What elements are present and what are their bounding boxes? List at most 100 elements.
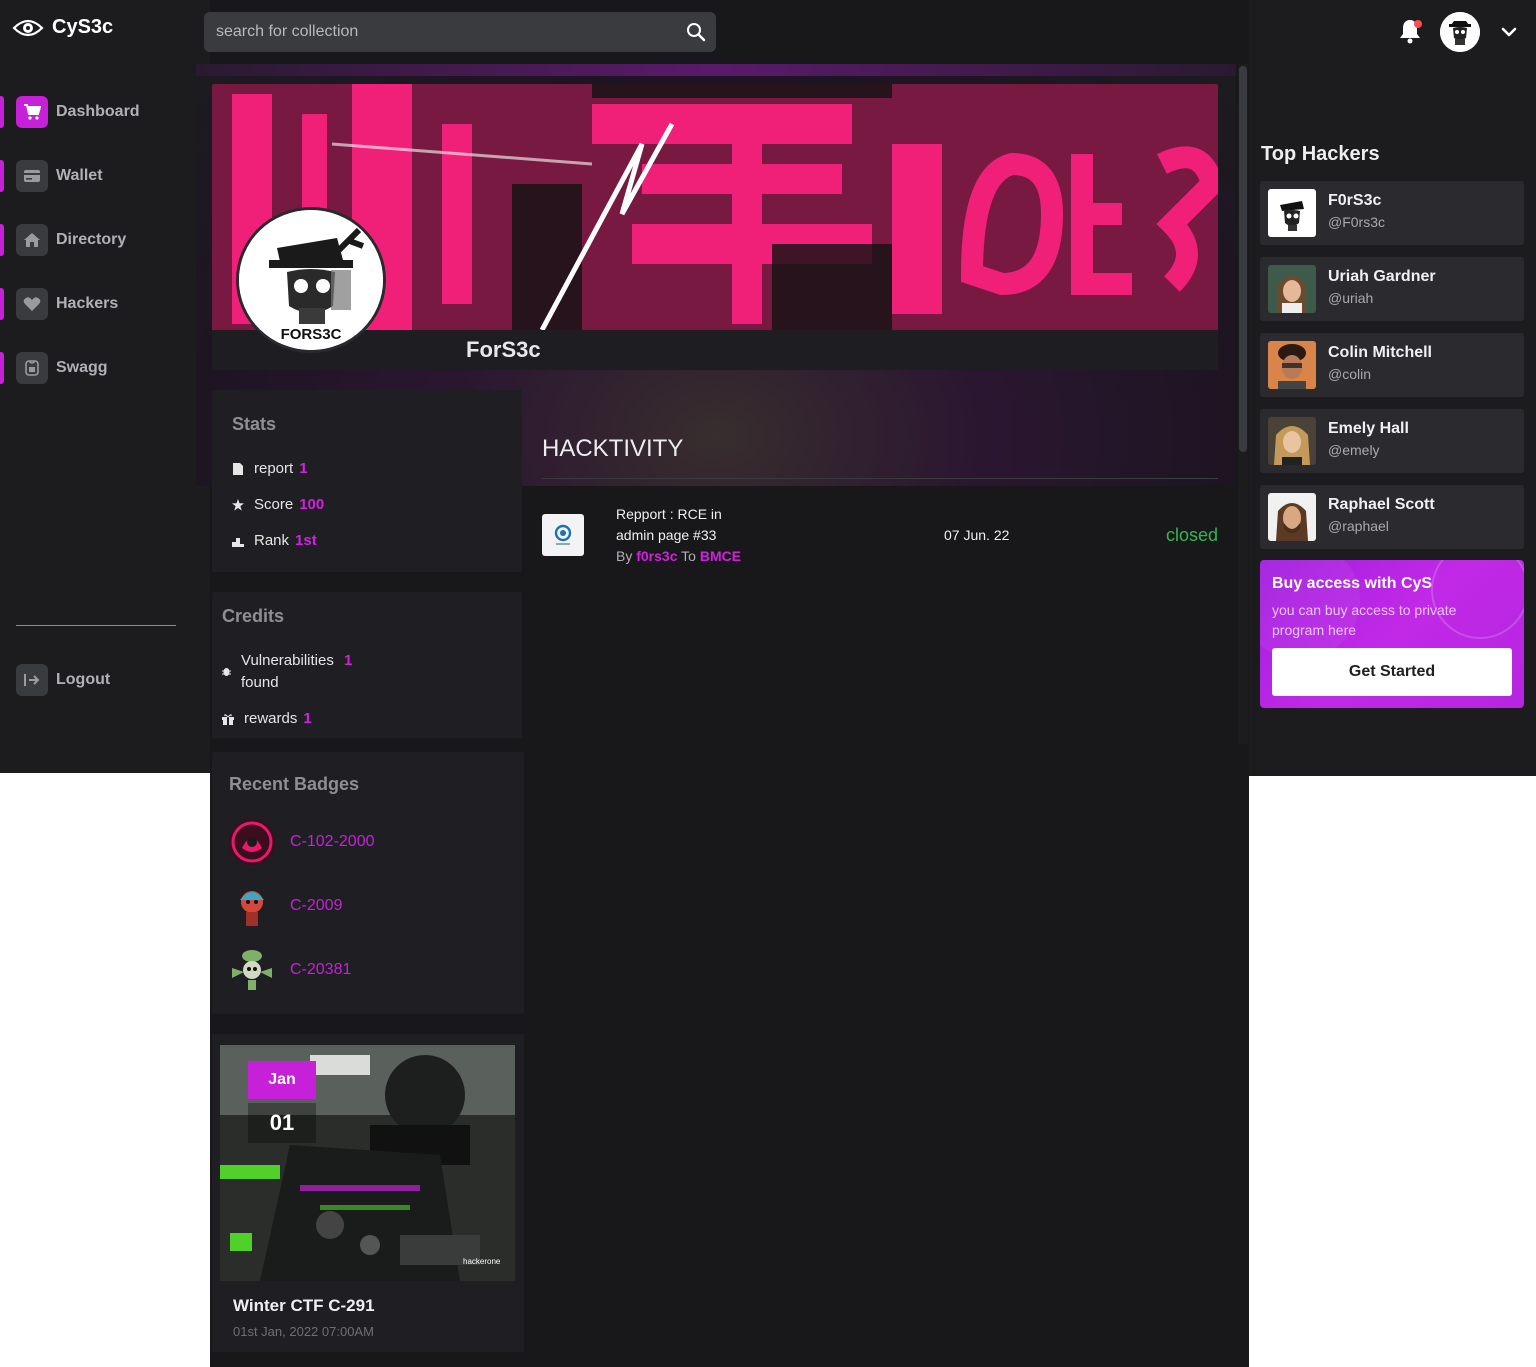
- wallet-icon: [16, 160, 48, 192]
- app-name: CyS3c: [52, 16, 114, 38]
- chevron-down-icon[interactable]: [1500, 24, 1518, 40]
- vulnerabilities-label: Vulnerabilities: [241, 652, 334, 669]
- promo-title: Buy access with CyS: [1272, 575, 1433, 592]
- sidebar-item-dashboard[interactable]: Dashboard: [0, 92, 192, 132]
- logout-button[interactable]: Logout: [0, 660, 192, 700]
- scrollbar-thumb[interactable]: [1239, 66, 1247, 452]
- report-status: closed: [1166, 525, 1219, 545]
- top-gradient-strip: [196, 64, 1236, 76]
- sidebar-divider: [16, 625, 176, 626]
- sidebar-item-label: Directory: [56, 231, 127, 248]
- hackerone-watermark: hackerone: [463, 1257, 501, 1266]
- badge-item[interactable]: C-20381: [228, 946, 508, 994]
- sidebar-item-label: Swagg: [56, 359, 108, 376]
- report-attribution: By f0rs3c To BMCE: [616, 548, 741, 564]
- avatar-caption: FORS3C: [280, 326, 342, 343]
- podium-icon: [232, 537, 244, 547]
- vulnerabilities-value: 1: [344, 652, 353, 669]
- program-logo: [542, 514, 584, 556]
- vulnerabilities-label-2: found: [241, 674, 279, 691]
- nav-indicator: [0, 160, 4, 192]
- hacker-handle: @raphael: [1328, 518, 1389, 534]
- search-bar: [204, 12, 716, 52]
- hacker-avatar: [1268, 493, 1316, 541]
- report-title[interactable]: Repport : RCE in admin page #33: [616, 504, 766, 546]
- report-author-link[interactable]: f0rs3c: [636, 548, 677, 564]
- search-input[interactable]: [204, 12, 674, 52]
- event-image: hackerone Jan 01: [220, 1045, 515, 1281]
- active-indicator: [0, 96, 4, 128]
- top-bar: CyS3c: [0, 0, 1536, 64]
- logout-label: Logout: [56, 671, 111, 688]
- badge-name: C-20381: [290, 961, 352, 978]
- top-hackers-title: Top Hackers: [1261, 143, 1380, 165]
- search-icon[interactable]: [686, 22, 706, 42]
- hacker-card[interactable]: Raphael Scott @raphael: [1260, 485, 1524, 549]
- report-title-line-2: admin page #33: [616, 527, 717, 543]
- user-avatar[interactable]: [1440, 12, 1480, 52]
- sidebar: Dashboard Wallet Directory Hackers Swagg: [0, 64, 192, 773]
- sidebar-item-hackers[interactable]: Hackers: [0, 284, 192, 324]
- hacker-avatar: [1268, 417, 1316, 465]
- bug-icon: [222, 668, 231, 676]
- app-logo[interactable]: CyS3c: [12, 16, 113, 39]
- hacktivity-title: HACKTIVITY: [542, 435, 684, 462]
- hacker-card[interactable]: Colin Mitchell @colin: [1260, 333, 1524, 397]
- eye-logo-icon: [12, 19, 44, 36]
- hacker-avatar: [1268, 341, 1316, 389]
- stat-score: Score 100: [232, 496, 324, 513]
- badge-name: C-102-2000: [290, 833, 375, 850]
- sidebar-item-directory[interactable]: Directory: [0, 220, 192, 260]
- rewards-label: rewards: [244, 710, 298, 727]
- stat-report: report 1: [232, 460, 308, 477]
- hacker-handle: @uriah: [1328, 290, 1374, 306]
- hacker-name: Emely Hall: [1328, 420, 1409, 437]
- stat-value: 1st: [295, 532, 317, 549]
- profile-name: ForS3c: [466, 337, 541, 362]
- gift-icon: [222, 713, 234, 725]
- event-month: Jan: [248, 1061, 316, 1099]
- rewards-value: 1: [303, 710, 312, 727]
- credits-title: Credits: [222, 606, 285, 626]
- sidebar-item-swagg[interactable]: Swagg: [0, 348, 192, 388]
- hacker-card[interactable]: F0rS3c @F0rs3c: [1260, 181, 1524, 245]
- get-started-button[interactable]: Get Started: [1272, 648, 1512, 696]
- badges-title: Recent Badges: [229, 774, 360, 794]
- hacker-name: Raphael Scott: [1328, 496, 1435, 513]
- badge-image: [228, 882, 276, 930]
- nav-indicator: [0, 352, 4, 384]
- report-program-link[interactable]: BMCE: [700, 548, 741, 564]
- event-card[interactable]: hackerone Jan 01 Winter CTF C-291 01st J…: [212, 1034, 524, 1352]
- sidebar-item-label: Dashboard: [56, 103, 140, 120]
- skull-hacker-icon: [1440, 12, 1480, 52]
- badge-image: [228, 946, 276, 994]
- to-label: To: [681, 548, 696, 564]
- profile-avatar[interactable]: FORS3C: [236, 207, 386, 353]
- cart-icon: [16, 96, 48, 128]
- stat-value: 1: [299, 460, 308, 477]
- hacker-card[interactable]: Uriah Gardner @uriah: [1260, 257, 1524, 321]
- stat-label: report: [254, 460, 294, 477]
- stat-label: Score: [254, 496, 294, 513]
- hacker-card[interactable]: Emely Hall @emely: [1260, 409, 1524, 473]
- event-day: 01: [248, 1103, 316, 1143]
- stat-rank: Rank 1st: [232, 532, 317, 549]
- hacker-handle: @F0rs3c: [1328, 214, 1385, 230]
- report-title-line-1: Repport : RCE in: [616, 506, 722, 522]
- stats-title: Stats: [232, 414, 277, 434]
- stat-label: Rank: [254, 532, 290, 549]
- hacker-avatar: [1268, 189, 1316, 237]
- sidebar-item-label: Wallet: [56, 167, 103, 184]
- promo-text: you can buy access to private program he…: [1272, 602, 1457, 638]
- promo-card: Buy access with CyS you can buy access t…: [1260, 560, 1524, 708]
- badge-item[interactable]: C-2009: [228, 882, 508, 930]
- sidebar-item-wallet[interactable]: Wallet: [0, 156, 192, 196]
- vulnerabilities-row: Vulnerabilities 1 found: [241, 650, 401, 694]
- badge-image: [228, 818, 276, 866]
- hacker-name: Colin Mitchell: [1328, 344, 1432, 361]
- badge-item[interactable]: C-102-2000: [228, 818, 508, 866]
- hacker-handle: @emely: [1328, 442, 1380, 458]
- event-title[interactable]: Winter CTF C-291: [233, 1296, 375, 1316]
- report-date: 07 Jun. 22: [944, 527, 1010, 543]
- logout-icon: [16, 664, 48, 696]
